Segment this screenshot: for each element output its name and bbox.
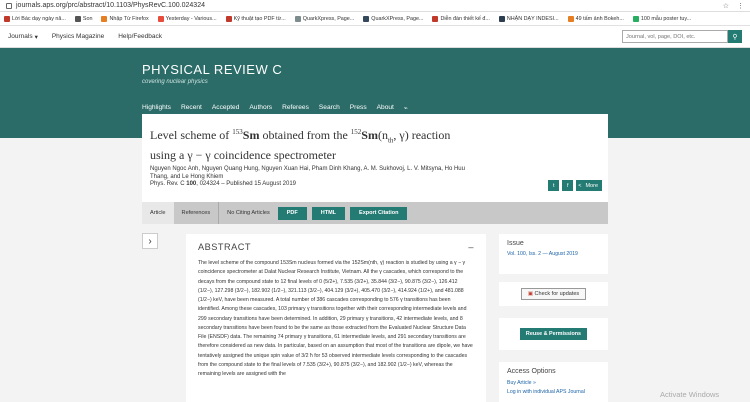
abstract-panel: ABSTRACT – The level scheme of the compou…: [186, 234, 486, 402]
journal-title[interactable]: PHYSICAL REVIEW C: [142, 62, 282, 77]
nav-press[interactable]: Press: [350, 104, 367, 112]
bookmarks-bar: Lời Bác dạy ngày nă... Son Nhập Từ Firefox…: [0, 12, 750, 26]
nav-highlights[interactable]: Highlights: [142, 104, 171, 112]
bookmark-item[interactable]: NHẬN DẠY INDESI...: [498, 15, 559, 22]
nav-recent[interactable]: Recent: [181, 104, 202, 112]
pdf-button[interactable]: PDF: [277, 206, 307, 220]
crossmark-icon: ▣: [527, 291, 535, 297]
export-citation-button[interactable]: Export Citation: [350, 206, 408, 220]
bookmark-item[interactable]: Lời Bác dạy ngày nă...: [4, 15, 66, 22]
bookmark-item[interactable]: QuarkXPress, Page...: [363, 15, 423, 22]
bookmark-favicon-icon: [567, 15, 574, 22]
facebook-icon[interactable]: f: [562, 180, 574, 191]
lock-icon: [6, 2, 12, 9]
menu-dots-icon[interactable]: ⋮: [737, 2, 744, 10]
bookmark-item[interactable]: QuarkXpress, Page...: [294, 15, 354, 22]
physics-magazine-link[interactable]: Physics Magazine: [52, 33, 104, 40]
chevron-right-icon[interactable]: ›: [142, 233, 158, 249]
bookmark-favicon-icon: [432, 15, 439, 22]
more-share-button[interactable]: < More: [576, 180, 602, 191]
bookmark-item[interactable]: Nhập Từ Firefox: [101, 15, 149, 22]
bookmark-item[interactable]: Kỹ thuật tạo PDF từ...: [225, 15, 286, 22]
bookmark-favicon-icon: [74, 15, 81, 22]
check-updates-box: ▣ Check for updates: [499, 282, 608, 306]
journal-subtitle: covering nuclear physics: [142, 79, 208, 85]
nav-about[interactable]: About: [377, 104, 394, 112]
nav-accepted[interactable]: Accepted: [212, 104, 240, 112]
bookmark-favicon-icon: [225, 15, 232, 22]
reuse-box: Reuse & Permissions: [499, 318, 608, 350]
windows-watermark: Activate Windows: [660, 390, 720, 399]
bookmark-item[interactable]: Son: [74, 15, 92, 22]
share-buttons: t f < More: [548, 180, 602, 191]
issue-heading: Issue: [507, 240, 524, 247]
bookmark-favicon-icon: [294, 15, 301, 22]
nav-search[interactable]: Search: [319, 104, 340, 112]
bookmark-favicon-icon: [632, 15, 639, 22]
chevron-down-icon: ▾: [34, 33, 38, 41]
bookmark-item[interactable]: Diễn đàn thiết kế đ...: [432, 15, 490, 22]
abstract-text: The level scheme of the compound 153Sm n…: [198, 260, 473, 377]
nav-authors[interactable]: Authors: [249, 104, 272, 112]
bookmark-favicon-icon: [4, 15, 10, 22]
access-heading: Access Options: [507, 368, 556, 375]
tab-references[interactable]: References: [174, 202, 219, 224]
bookmark-favicon-icon: [157, 15, 164, 22]
search-input[interactable]: [622, 30, 728, 43]
abstract-heading: ABSTRACT: [198, 242, 252, 252]
tab-citing-articles[interactable]: No Citing Articles: [218, 202, 278, 224]
check-updates-button[interactable]: ▣ Check for updates: [520, 288, 587, 300]
tab-article[interactable]: Article: [142, 202, 174, 224]
collapse-icon[interactable]: –: [468, 242, 474, 252]
bookmark-item[interactable]: 100 mẫu poster tuy...: [632, 15, 691, 22]
html-button[interactable]: HTML: [311, 206, 346, 220]
browser-address-bar[interactable]: journals.aps.org/prc/abstract/10.1103/Ph…: [0, 0, 750, 12]
article-authors: Nguyen Ngoc Anh, Nguyen Quang Hung, Nguy…: [150, 166, 480, 189]
twitter-icon[interactable]: t: [548, 180, 560, 191]
journals-menu[interactable]: Journals ▾: [8, 33, 38, 41]
bookmark-item[interactable]: Yesterday - Various...: [157, 15, 217, 22]
bookmark-item[interactable]: 49 tấm ảnh Bokeh...: [567, 15, 624, 22]
issue-link[interactable]: Vol. 100, Iss. 2 — August 2019: [507, 251, 600, 257]
login-link[interactable]: Log in with individual APS Journal: [507, 388, 600, 397]
article-title: Level scheme of 153Sm obtained from the …: [150, 128, 451, 163]
issue-box: Issue Vol. 100, Iss. 2 — August 2019: [499, 234, 608, 274]
bookmark-favicon-icon: [363, 15, 370, 22]
article-tabs: Article References No Citing Articles PD…: [142, 202, 608, 224]
buy-article-link[interactable]: Buy Article »: [507, 379, 600, 388]
journal-reference: Phys. Rev. C 100, 024324 – Published 15 …: [150, 181, 296, 187]
access-options: Access Options Buy Article » Log in with…: [499, 362, 608, 402]
journal-nav: Highlights Recent Accepted Authors Referees S…: [142, 104, 408, 112]
reuse-permissions-button[interactable]: Reuse & Permissions: [519, 328, 588, 340]
search-box: ⚲: [622, 30, 742, 43]
article-header: Level scheme of 153Sm obtained from the …: [142, 114, 608, 202]
bookmark-favicon-icon: [498, 15, 505, 22]
url-text[interactable]: journals.aps.org/prc/abstract/10.1103/Ph…: [16, 2, 205, 9]
nav-referees[interactable]: Referees: [282, 104, 309, 112]
help-feedback-link[interactable]: Help/Feedback: [118, 33, 162, 40]
rss-icon[interactable]: ⌁: [404, 104, 408, 112]
top-nav: Journals ▾ Physics Magazine Help/Feedback…: [0, 26, 750, 48]
search-icon[interactable]: ⚲: [728, 30, 742, 43]
bookmark-favicon-icon: [101, 15, 108, 22]
star-icon[interactable]: ☆: [723, 2, 729, 10]
